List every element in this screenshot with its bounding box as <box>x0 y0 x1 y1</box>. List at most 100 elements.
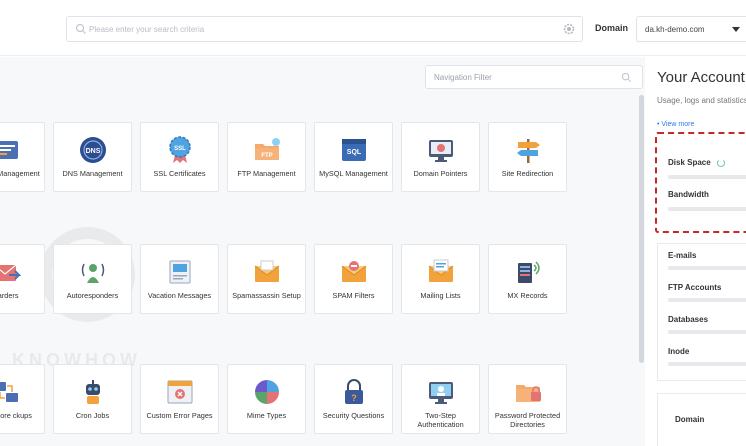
stat-label: FTP Accounts <box>668 283 722 292</box>
backup-restore-icon <box>0 382 18 402</box>
tile-label: Vacation Messages <box>147 291 212 300</box>
tile-label: MySQL Management <box>319 169 388 178</box>
scrollbar[interactable] <box>639 95 644 363</box>
tile-label: Mailing Lists <box>420 291 461 300</box>
tile-label: Security Questions <box>322 411 385 420</box>
stat-label: Bandwidth <box>668 190 709 199</box>
tile-label: Two-Step Authentication <box>417 411 464 429</box>
password-folder-icon <box>515 385 541 402</box>
tile-vacation-messages[interactable]: Vacation Messages <box>140 244 219 314</box>
stat-label: Inode <box>668 347 690 356</box>
tile-label: e/Restore ckups <box>0 411 32 420</box>
top-bar: Domain da.kh-demo.com <box>0 0 746 56</box>
tile-spamassassin-setup[interactable]: Spamassassin Setup <box>227 244 306 314</box>
svg-text:DNS: DNS <box>85 148 100 155</box>
feature-grid-area: KNOWHOW domain Management DNS DNS Manage… <box>0 57 645 446</box>
tile-ssl-certificates[interactable]: SSL SSL Certificates <box>140 122 219 192</box>
tile-dns-management[interactable]: DNS DNS Management <box>53 122 132 192</box>
tile-label: Password Protected Directories <box>494 411 561 429</box>
tile-password-protected-directories[interactable]: Password Protected Directories <box>488 364 567 434</box>
domain-select-value: da.kh-demo.com <box>645 25 705 34</box>
dns-icon: DNS <box>79 137 106 163</box>
tile-custom-error-pages[interactable]: Custom Error Pages <box>140 364 219 434</box>
usage-box <box>657 243 746 381</box>
mx-records-icon <box>517 261 540 283</box>
cron-robot-icon <box>85 380 100 404</box>
tile-site-redirection[interactable]: Site Redirection <box>488 122 567 192</box>
tile-label: Autoresponders <box>66 291 119 300</box>
mailing-list-icon <box>428 259 453 282</box>
tile-autoresponders[interactable]: Autoresponders <box>53 244 132 314</box>
tile-label: SSL Certificates <box>153 169 206 178</box>
stat-label: E-mails <box>668 251 697 260</box>
view-more-link[interactable]: • View more <box>657 121 694 128</box>
subdomain-icon <box>0 141 18 159</box>
domain-select[interactable]: da.kh-demo.com <box>636 16 746 42</box>
inode-bar <box>668 362 746 366</box>
directadmin-page: Domain da.kh-demo.com KNOWHOW domain Man… <box>0 0 746 446</box>
tile-mysql-management[interactable]: SQL MySQL Management <box>314 122 393 192</box>
tile-label: SPAM Filters <box>332 291 375 300</box>
navigation-filter-input[interactable] <box>434 70 614 85</box>
security-lock-icon: ? <box>344 379 363 404</box>
account-subtitle: Usage, logs and statistics <box>657 96 746 105</box>
tile-label: warders <box>0 291 19 300</box>
mysql-database-icon: SQL <box>341 139 366 161</box>
tile-label: FTP Management <box>237 169 296 178</box>
two-step-auth-icon <box>428 382 453 404</box>
stat-label: Disk Space <box>668 158 711 167</box>
domain-label: Domain <box>595 23 629 33</box>
tile-subdomain-management[interactable]: domain Management <box>0 122 45 192</box>
tile-label: Domain Pointers <box>413 169 468 178</box>
tile-label: Spamassassin Setup <box>232 291 301 300</box>
search-input[interactable] <box>89 21 559 38</box>
search-icon <box>75 23 86 34</box>
settings-gear-icon[interactable] <box>563 23 575 35</box>
tile-ftp-management[interactable]: FTP FTP Management <box>227 122 306 192</box>
tile-spam-filters[interactable]: SPAM Filters <box>314 244 393 314</box>
vacation-message-icon <box>169 260 190 284</box>
domain-box-label: Domain <box>675 415 705 424</box>
tile-forwarders[interactable]: warders <box>0 244 45 314</box>
svg-text:SQL: SQL <box>346 149 361 156</box>
ssl-certificate-icon: SSL <box>168 136 191 163</box>
chevron-down-icon <box>732 27 740 32</box>
disk-space-bar <box>668 175 746 179</box>
tile-label: Custom Error Pages <box>146 411 213 420</box>
ftp-folder-icon: FTP <box>254 138 280 160</box>
tile-backup-restore[interactable]: e/Restore ckups <box>0 364 45 434</box>
emails-bar <box>668 266 746 270</box>
tile-cron-jobs[interactable]: Cron Jobs <box>53 364 132 434</box>
mime-types-icon <box>254 380 279 404</box>
tile-label: MX Records <box>507 291 548 300</box>
error-page-icon <box>167 380 192 404</box>
forwarder-icon <box>0 264 21 281</box>
tile-two-step-authentication[interactable]: Two-Step Authentication <box>401 364 480 434</box>
tile-label: domain Management <box>0 169 40 178</box>
tile-label: Site Redirection <box>501 169 554 178</box>
account-title: Your Account <box>657 69 745 86</box>
filter-search-icon <box>621 72 632 83</box>
search-bar[interactable] <box>66 16 583 42</box>
tile-domain-pointers[interactable]: Domain Pointers <box>401 122 480 192</box>
account-panel: Your Account Usage, logs and statistics … <box>645 57 746 446</box>
databases-bar <box>668 330 746 334</box>
stat-label: Databases <box>668 315 709 324</box>
tile-mx-records[interactable]: MX Records <box>488 244 567 314</box>
navigation-filter[interactable] <box>425 65 643 89</box>
spam-filter-icon <box>341 261 366 282</box>
tile-mailing-lists[interactable]: Mailing Lists <box>401 244 480 314</box>
loading-spinner-icon <box>717 159 725 167</box>
spam-envelope-icon <box>254 260 279 282</box>
bandwidth-bar <box>668 207 746 211</box>
tile-mime-types[interactable]: Mime Types <box>227 364 306 434</box>
svg-text:?: ? <box>351 393 357 403</box>
tile-label: DNS Management <box>62 169 123 178</box>
svg-text:FTP: FTP <box>261 153 272 159</box>
domain-pointer-icon <box>428 140 453 162</box>
tile-label: Cron Jobs <box>75 411 110 420</box>
ftp-accounts-bar <box>668 298 746 302</box>
signpost-icon <box>516 139 540 163</box>
tile-security-questions[interactable]: ? Security Questions <box>314 364 393 434</box>
tile-label: Mime Types <box>246 411 287 420</box>
